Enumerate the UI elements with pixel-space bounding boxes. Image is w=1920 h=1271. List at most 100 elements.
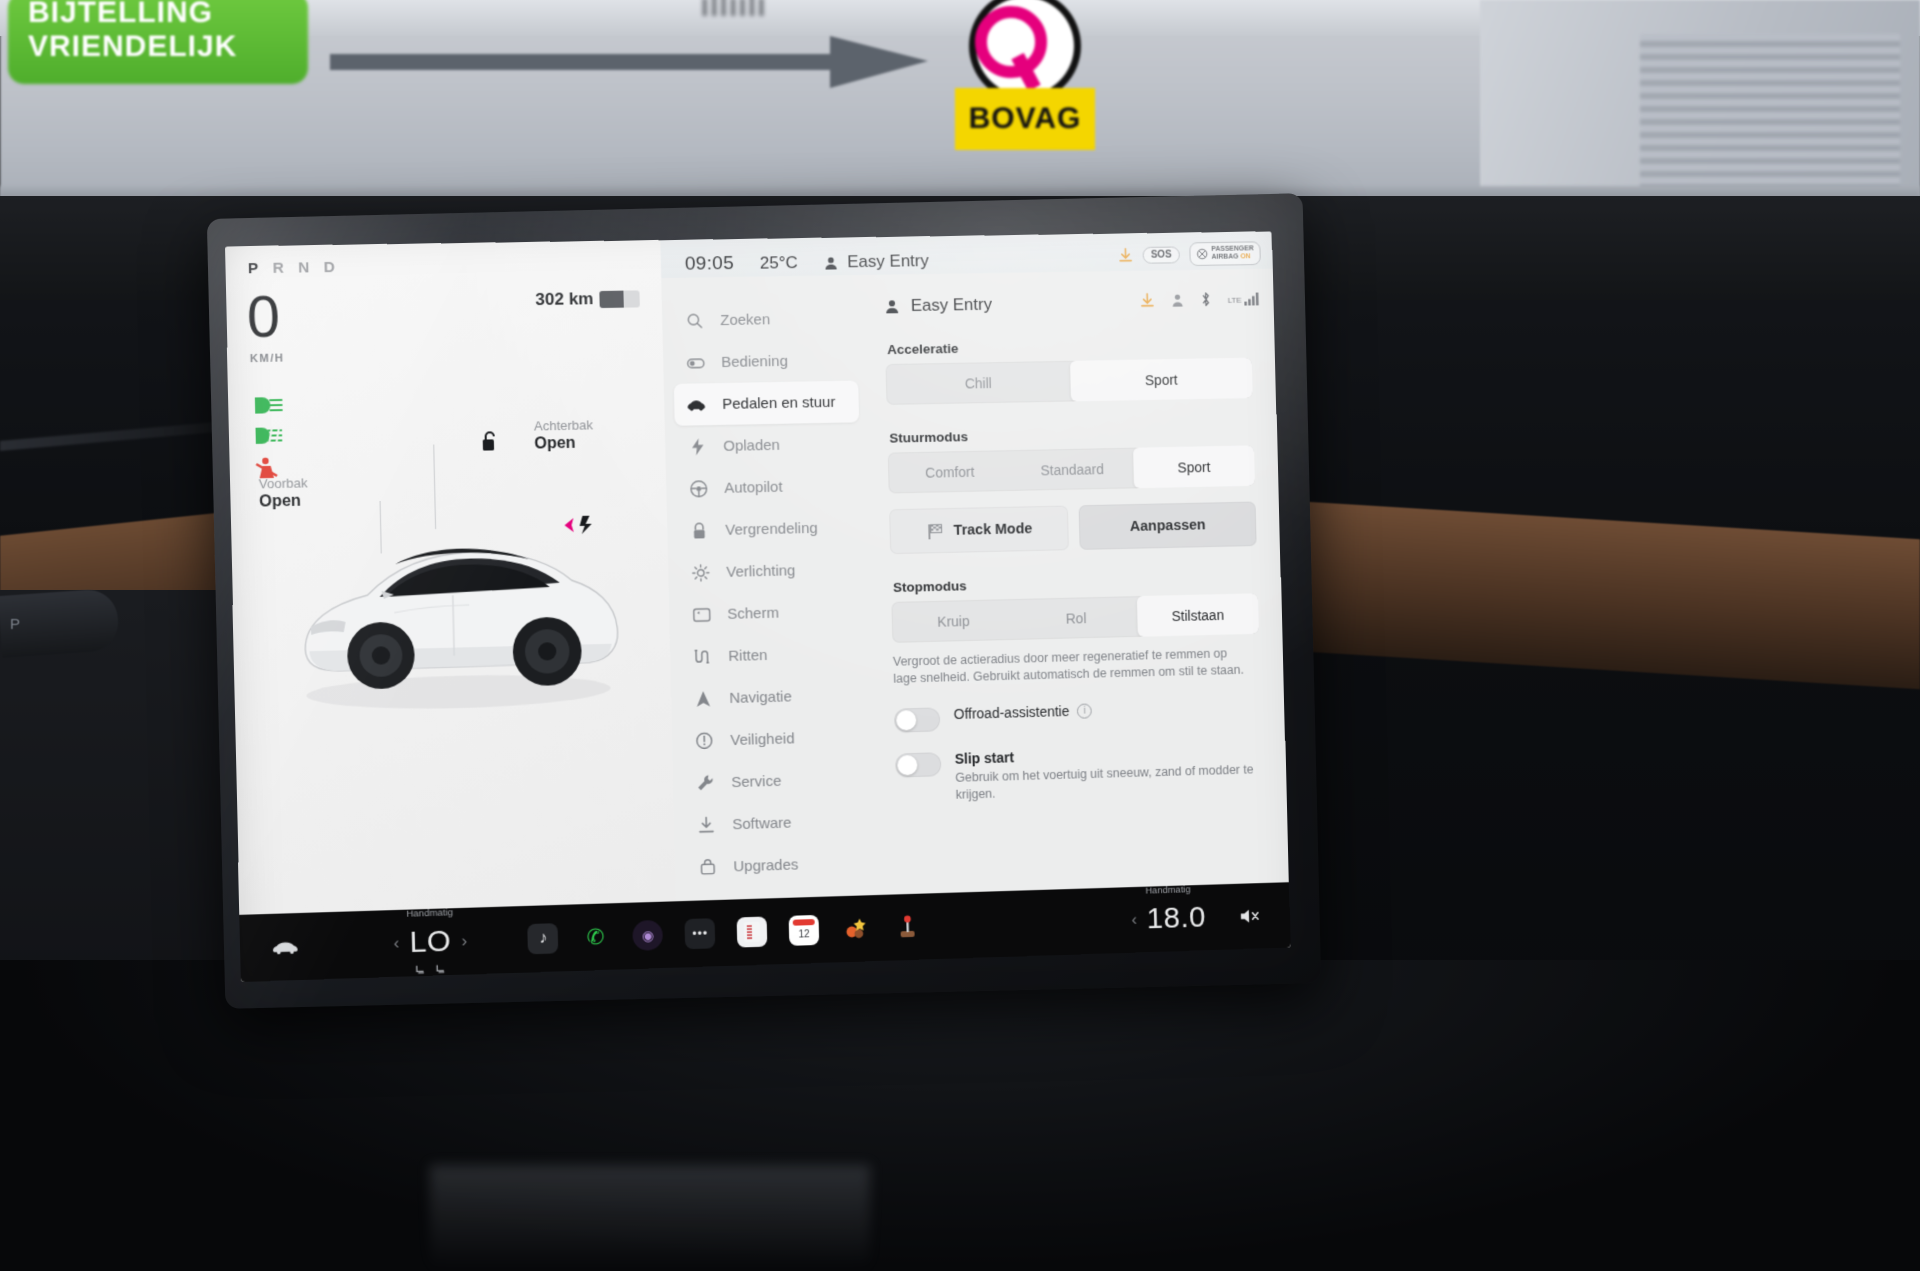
acceleration-option-chill[interactable]: Chill <box>886 361 1071 405</box>
sidebar-item-label: Veiligheid <box>730 729 795 749</box>
slip-start-toggle[interactable] <box>895 752 942 778</box>
toggle-icon <box>685 352 705 372</box>
offroad-assist-row[interactable]: Offroad-assistentie i <box>894 698 1261 733</box>
acceleration-option-sport[interactable]: Sport <box>1069 357 1253 402</box>
frunk-label: Voorbak <box>258 475 308 492</box>
toybox-app-icon[interactable] <box>736 916 768 948</box>
background-blurred-text: ıllıılı <box>700 0 767 24</box>
unlock-icon <box>479 429 500 451</box>
sidebar-item-software[interactable]: Software <box>684 799 870 846</box>
volume-mute-button[interactable] <box>1239 906 1261 926</box>
sidebar-item-label: Upgrades <box>733 855 799 875</box>
airbag-line-2: AIRBAG <box>1211 253 1239 261</box>
sidebar-item-veiligheid[interactable]: Veiligheid <box>682 715 868 762</box>
lte-label: LTE <box>1227 295 1242 305</box>
warning-circle-icon <box>694 730 715 751</box>
media-app-icon[interactable]: ♪ <box>527 923 559 955</box>
sidebar-item-label: Pedalen en stuur <box>722 393 836 413</box>
steering-mode-title: Stuurmodus <box>889 429 969 446</box>
sidebar-item-zoeken[interactable]: Zoeken <box>672 297 857 342</box>
acceleration-title: Acceleratie <box>887 340 959 358</box>
sidebar-item-bediening[interactable]: Bediening <box>673 339 858 384</box>
driver-temp-increase[interactable]: › <box>461 931 467 951</box>
slip-start-label: Slip start <box>954 749 1015 767</box>
slip-start-row[interactable]: Slip start Gebruik om het voertuig uit s… <box>895 742 1263 805</box>
download-icon <box>696 815 717 836</box>
sidebar-item-autopilot[interactable]: Autopilot <box>676 464 862 510</box>
steering-mode-segmented-control[interactable]: Comfort Standaard Sport <box>887 445 1256 494</box>
track-mode-row: Track Mode Aanpassen <box>889 501 1257 555</box>
passenger-temp-decrease[interactable]: ‹ <box>1131 910 1137 930</box>
offroad-assist-toggle[interactable] <box>894 707 941 733</box>
stop-mode-description: Vergroot de actieradius door meer regene… <box>892 646 1244 686</box>
passenger-airbag-indicator: PASSENGER AIRBAG ON <box>1188 241 1261 267</box>
sidebar-item-opladen[interactable]: Opladen <box>675 422 860 468</box>
camera-app-icon[interactable]: ◉ <box>632 919 664 951</box>
bovag-logo: BOVAG <box>955 0 1095 170</box>
sidebar-item-pedalen-en-stuur[interactable]: Pedalen en stuur <box>673 380 860 426</box>
sos-button[interactable]: SOS <box>1142 245 1180 264</box>
acceleration-segmented-control[interactable]: Chill Sport <box>885 357 1253 405</box>
joystick-app-icon[interactable] <box>893 912 924 943</box>
sidebar-item-upgrades[interactable]: Upgrades <box>685 841 871 889</box>
theater-app-icon[interactable] <box>841 913 872 944</box>
tesla-touchscreen[interactable]: P R N D 0 KM/H 302 km Achterbak Open Voo… <box>207 193 1321 1009</box>
passenger-climate-control[interactable]: Handmatig ‹ 18.0 <box>1131 884 1207 937</box>
download-icon[interactable] <box>1118 247 1133 263</box>
outside-temperature: 25°C <box>759 253 798 273</box>
steering-option-standaard[interactable]: Standaard <box>1011 448 1134 491</box>
sidebar-item-label: Verlichting <box>726 561 796 581</box>
trunk-value: Open <box>534 434 576 453</box>
screen-ui: P R N D 0 KM/H 302 km Achterbak Open Voo… <box>224 231 1291 982</box>
sidebar-item-navigatie[interactable]: Navigatie <box>681 673 867 720</box>
driver-profile-selector[interactable]: Easy Entry <box>823 251 929 272</box>
driver-temp-decrease[interactable]: ‹ <box>393 933 399 953</box>
download-icon[interactable] <box>1140 292 1155 308</box>
customize-button[interactable]: Aanpassen <box>1078 501 1257 550</box>
stop-option-rol[interactable]: Rol <box>1014 596 1137 640</box>
sidebar-item-label: Opladen <box>723 436 781 455</box>
stop-option-kruip[interactable]: Kruip <box>891 599 1015 643</box>
sidebar-item-label: Ritten <box>728 646 768 665</box>
driving-visualization-pane: P R N D 0 KM/H 302 km Achterbak Open Voo… <box>224 240 677 915</box>
stop-option-stilstaan[interactable]: Stilstaan <box>1136 593 1259 637</box>
driver-climate-control[interactable]: Handmatig ‹ LO › <box>393 907 467 961</box>
steering-option-comfort[interactable]: Comfort <box>888 450 1012 493</box>
stop-mode-title: Stopmodus <box>892 578 967 595</box>
offroad-assist-label: Offroad-assistentie <box>953 703 1070 723</box>
more-apps-icon[interactable]: ••• <box>684 918 716 950</box>
sidebar-item-label: Autopilot <box>724 478 783 497</box>
profile-title: Easy Entry <box>910 294 993 315</box>
info-icon[interactable]: i <box>1077 702 1093 719</box>
gear-indicator: P R N D <box>247 258 340 278</box>
bluetooth-icon[interactable] <box>1200 291 1211 307</box>
phone-app-icon[interactable]: ✆ <box>580 921 611 952</box>
fog-light-icon <box>255 423 292 448</box>
sidebar-item-verlichting[interactable]: Verlichting <box>678 548 864 594</box>
sidebar-item-label: Software <box>732 813 792 833</box>
speed-readout: 0 <box>246 283 281 351</box>
bag-icon <box>697 857 718 878</box>
seat-heater-group[interactable] <box>414 963 448 977</box>
car-icon[interactable] <box>271 934 306 959</box>
sidebar-item-scherm[interactable]: Scherm <box>679 590 865 636</box>
seat-heater-right-icon <box>434 963 448 977</box>
bovag-label: BOVAG <box>955 88 1095 150</box>
sidebar-item-service[interactable]: Service <box>683 757 869 804</box>
showroom-arrow-icon <box>330 36 928 88</box>
sidebar-item-vergrendeling[interactable]: Vergrendeling <box>677 506 863 552</box>
sidebar-item-label: Zoeken <box>720 310 771 329</box>
sun-icon <box>690 562 711 582</box>
sidebar-item-ritten[interactable]: Ritten <box>680 632 866 679</box>
steering-wheel-icon <box>688 478 708 498</box>
steering-option-sport[interactable]: Sport <box>1132 445 1256 489</box>
calendar-app-icon[interactable]: 12 <box>788 914 820 946</box>
battery-indicator <box>599 290 640 309</box>
lock-icon <box>689 520 709 540</box>
user-icon[interactable] <box>1171 292 1184 307</box>
passenger-climate-mode: Handmatig <box>1145 884 1191 897</box>
stop-mode-segmented-control[interactable]: Kruip Rol Stilstaan <box>891 593 1259 643</box>
track-mode-button[interactable]: Track Mode <box>889 505 1069 555</box>
passenger-temp-value: 18.0 <box>1146 900 1207 936</box>
charge-port-icon <box>564 515 592 535</box>
